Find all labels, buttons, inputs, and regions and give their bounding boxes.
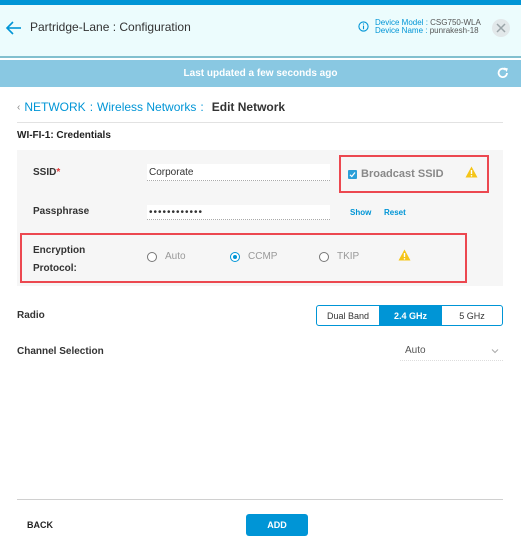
breadcrumb-network[interactable]: NETWORK (24, 100, 85, 114)
device-name-value: punrakesh-18 (429, 26, 479, 35)
radio-band-selector: Dual Band 2.4 GHz 5 GHz (316, 305, 503, 326)
divider (17, 122, 503, 123)
info-circle-icon (358, 21, 369, 32)
channel-selection-label: Channel Selection (17, 346, 104, 357)
breadcrumb-back-chevron[interactable]: ‹ (17, 102, 20, 113)
encryption-option-ccmp[interactable]: CCMP (230, 251, 277, 262)
breadcrumb-separator: : (89, 100, 94, 114)
radio-tkip[interactable] (319, 251, 329, 262)
status-bar: Last updated a few seconds ago (0, 60, 521, 87)
band-dual[interactable]: Dual Band (317, 306, 379, 325)
breadcrumb-separator: : (200, 100, 204, 114)
close-x-icon (496, 23, 506, 33)
app-header: Partridge-Lane : Configuration Device Mo… (0, 5, 521, 58)
broadcast-ssid-checkbox[interactable] (348, 170, 357, 179)
radio-label-tkip: TKIP (337, 251, 360, 262)
footer-divider (17, 499, 503, 500)
credentials-panel: SSID* Broadcast SSID Passphrase Show Res… (17, 150, 503, 286)
encryption-option-tkip[interactable]: TKIP (319, 251, 359, 262)
device-name: Device Name : punrakesh-18 (375, 27, 481, 35)
last-updated-text: Last updated a few seconds ago (183, 68, 338, 79)
add-button[interactable]: ADD (246, 514, 308, 536)
passphrase-input[interactable] (147, 205, 330, 220)
close-button[interactable] (492, 19, 510, 37)
passphrase-label: Passphrase (33, 206, 90, 217)
breadcrumb: ‹ NETWORK : Wireless Networks : Edit Net… (17, 100, 285, 114)
section-title: WI-FI-1: Credentials (17, 130, 111, 141)
band-5ghz[interactable]: 5 GHz (441, 306, 502, 325)
arrow-left-icon[interactable] (5, 19, 23, 37)
device-info: Device Model : CSG750-WLA Device Name : … (358, 19, 481, 35)
warning-icon (465, 166, 478, 178)
device-name-label: Device Name : (375, 26, 428, 35)
back-button[interactable]: BACK (27, 520, 53, 530)
encryption-label-line2: Protocol: (33, 263, 77, 274)
required-marker: * (56, 167, 61, 178)
encryption-label-line1: Encryption (33, 245, 86, 256)
radio-label-auto: Auto (165, 251, 186, 262)
radio-auto[interactable] (147, 251, 157, 262)
radio-label: Radio (17, 310, 45, 321)
reset-passphrase-link[interactable]: Reset (384, 208, 406, 217)
checkmark-icon (349, 172, 356, 178)
radio-ccmp[interactable] (230, 251, 240, 262)
channel-select[interactable]: Auto (400, 342, 503, 361)
encryption-option-auto[interactable]: Auto (147, 251, 186, 262)
broadcast-ssid-label: Broadcast SSID (361, 168, 444, 180)
ssid-input[interactable] (147, 164, 330, 181)
breadcrumb-current: Edit Network (211, 100, 286, 114)
refresh-icon[interactable] (496, 66, 510, 80)
ssid-label-text: SSID (33, 167, 57, 178)
breadcrumb-wireless-networks[interactable]: Wireless Networks (97, 100, 196, 114)
channel-select-value: Auto (405, 345, 426, 356)
radio-label-ccmp: CCMP (248, 251, 278, 262)
show-passphrase-link[interactable]: Show (350, 208, 371, 217)
app-title: Partridge-Lane : Configuration (30, 20, 191, 34)
band-2-4ghz[interactable]: 2.4 GHz (379, 306, 441, 325)
warning-icon (398, 249, 411, 261)
ssid-label: SSID* (33, 167, 60, 178)
chevron-down-icon (491, 349, 499, 354)
